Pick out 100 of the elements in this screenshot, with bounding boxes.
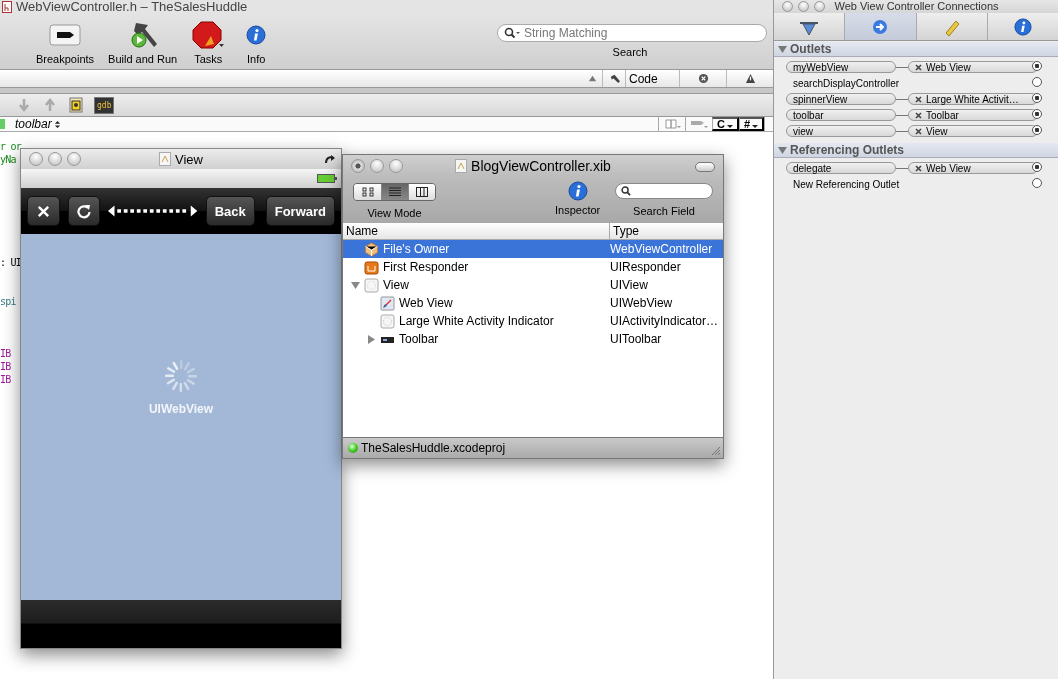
connection-circle[interactable] [1032,125,1042,135]
document-icon [455,159,468,173]
outlet-pill[interactable]: myWebView [786,61,896,73]
gdb-button[interactable]: gdb [94,96,115,114]
window-button[interactable] [798,1,809,12]
close-icon [915,95,922,103]
refresh-button[interactable] [67,196,101,226]
view-icon [364,277,379,293]
connection-circle[interactable] [1032,93,1042,103]
window-button[interactable] [782,1,793,12]
connection-line [896,130,908,132]
object-type: UIActivityIndicator… [610,314,719,328]
window-title: View [175,151,203,167]
outlet-pill[interactable]: delegate [786,162,896,174]
icon-view-icon [361,187,374,197]
column-header[interactable]: Type [610,223,639,239]
info-icon[interactable] [567,181,588,201]
search-icon [621,186,631,196]
list-view-icon [389,187,401,197]
toolbar-button[interactable]: Back [205,196,255,226]
resize-grip-icon[interactable] [710,445,720,455]
outlet-pill[interactable]: view [786,125,896,137]
toolbar-toggle-button[interactable] [695,162,715,172]
connection-circle[interactable] [1032,162,1042,172]
window-button[interactable] [67,152,81,166]
table-row[interactable]: Web View UIWebView [343,294,723,312]
object-name: File's Owner [383,242,450,256]
file-status-icon [0,119,5,129]
stop-button[interactable] [27,196,60,226]
code-line: yNa [0,153,16,166]
sort-arrow-icon[interactable] [586,73,598,84]
search-field[interactable] [615,183,713,199]
status-light-icon [348,443,358,453]
window-button[interactable] [48,152,62,166]
connection-circle[interactable] [1032,77,1042,87]
object-type: UIToolbar [610,332,662,346]
code-line: IB [0,347,11,360]
outlet-name: searchDisplayController [792,77,901,89]
section-header[interactable]: Outlets [774,42,1058,57]
popup-menu[interactable]: # [738,117,764,131]
rotate-icon[interactable] [325,154,335,163]
table-row[interactable]: Toolbar UIToolbar [343,330,723,348]
window-title: Web View Controller Connections [834,0,999,13]
segmented-control[interactable] [353,183,436,201]
toolbar-label: View Mode [367,207,422,219]
popup-menu[interactable]: C [711,117,739,131]
warning-icon[interactable] [744,73,756,84]
caret-icon [726,124,733,128]
object-name: Toolbar [399,332,439,346]
section-title: Outlets [790,42,832,56]
view-mode-segment[interactable] [408,184,435,200]
window-button[interactable] [351,159,365,173]
toolbar-button[interactable]: Tasks [191,20,226,65]
section-header[interactable]: Referencing Outlets [774,143,1058,158]
window-title: BlogViewController.xib [471,158,611,174]
outlet-pill[interactable]: toolbar [786,109,896,121]
hammer-icon[interactable] [608,73,620,84]
outlet-pill[interactable]: spinnerView [786,93,896,105]
object-type: UIView [610,278,648,292]
search-icon [504,27,520,39]
object-name: First Responder [383,260,469,274]
table-row[interactable]: First Responder UIResponder [343,258,723,276]
connection-circle[interactable] [1032,178,1042,188]
window-button[interactable] [29,152,43,166]
window-button[interactable] [814,1,825,12]
close-icon [35,203,51,219]
window-title: WebViewController.h – TheSalesHuddle [16,0,248,14]
connection-circle[interactable] [1032,61,1042,71]
table-row[interactable]: Large White Activity Indicator UIActivityIndicator… [343,312,723,330]
inspector-tab[interactable] [845,13,917,40]
object-name: Large White Activity Indicator [399,314,554,328]
connection-line [896,66,908,68]
toolbar-button[interactable]: Build and Run [108,20,178,65]
toolbar-button[interactable]: Forward [265,196,335,226]
disclosure-triangle-icon[interactable] [367,334,376,344]
column-header[interactable]: Name [343,223,610,239]
connection-circle[interactable] [1032,109,1042,119]
object-type: UIWebView [610,296,673,310]
symbol-menu[interactable]: toolbar [15,117,61,131]
placeholder-label: UIWebView [148,402,214,416]
search-field[interactable]: String Matching [497,24,767,42]
error-icon[interactable] [697,73,709,84]
toolbar-button[interactable]: Breakpoints [36,20,95,65]
table-row[interactable]: File's Owner WebViewController [343,240,723,258]
toolbar-button[interactable]: Info [239,20,274,65]
window-button[interactable] [370,159,384,173]
object-name: Web View [399,296,453,310]
window-button[interactable] [389,159,403,173]
close-icon [915,63,922,71]
disclosure-triangle-icon[interactable] [351,280,360,290]
column-title[interactable]: Code [625,70,679,87]
table-row[interactable]: View UIView [343,276,723,294]
connection-line [896,98,908,100]
section-title: Referencing Outlets [790,143,905,157]
double-arrow-icon [108,204,198,218]
object-name: View [383,278,409,292]
up-down-icon [53,119,61,129]
column-view-icon [416,187,428,197]
console-icon[interactable] [68,97,84,113]
document-icon [159,152,171,166]
